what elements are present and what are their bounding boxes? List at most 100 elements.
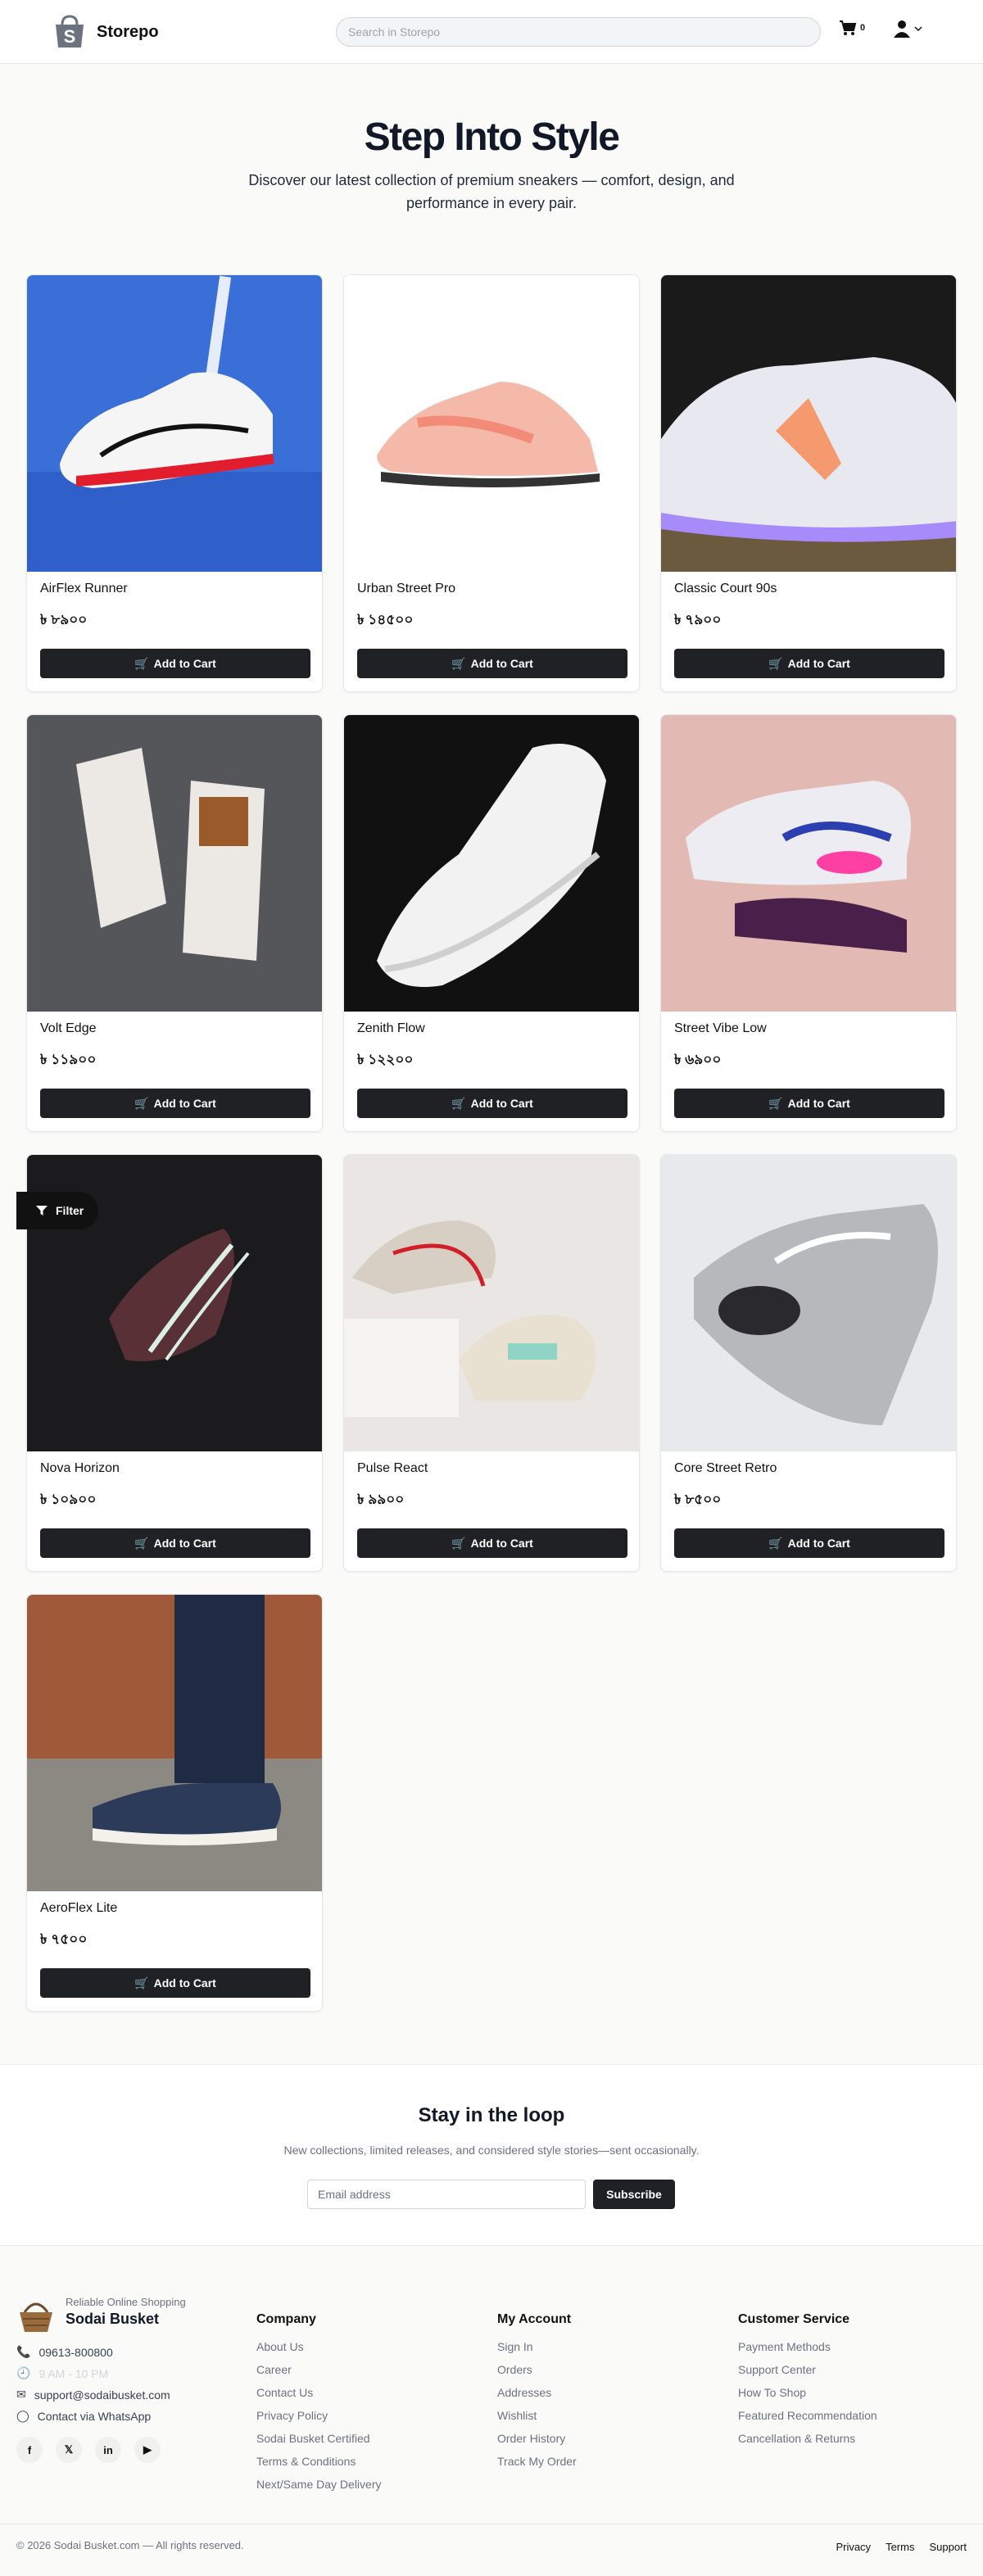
- product-image[interactable]: [661, 715, 956, 1012]
- youtube-icon[interactable]: ▶: [134, 2437, 161, 2463]
- product-image[interactable]: [344, 275, 639, 572]
- legal-links: Privacy Terms Support: [836, 2541, 967, 2553]
- product-card[interactable]: AirFlex Runner ৳ ৮৯০০ 🛒 Add to Cart: [26, 274, 323, 692]
- twitter-icon[interactable]: 𝕏: [56, 2437, 82, 2463]
- brand-logo[interactable]: S Storepo: [51, 13, 159, 51]
- product-name: Volt Edge: [40, 1021, 97, 1035]
- product-card[interactable]: AeroFlex Lite ৳ ৭৫০০ 🛒 Add to Cart: [26, 1594, 323, 2012]
- product-image[interactable]: [661, 275, 956, 572]
- product-card[interactable]: Classic Court 90s ৳ ৭৯০০ 🛒 Add to Cart: [660, 274, 957, 692]
- add-to-cart-button[interactable]: 🛒 Add to Cart: [357, 1528, 627, 1558]
- whatsapp-contact[interactable]: ◯ Contact via WhatsApp: [16, 2409, 151, 2423]
- add-to-cart-button[interactable]: 🛒 Add to Cart: [40, 1528, 310, 1558]
- footer-link[interactable]: Sign In: [497, 2338, 577, 2361]
- footer-link[interactable]: How To Shop: [738, 2384, 877, 2407]
- email-field[interactable]: [307, 2180, 586, 2209]
- cart-count: 0: [860, 23, 866, 33]
- product-card[interactable]: Urban Street Pro ৳ ১৪৫০০ 🛒 Add to Cart: [343, 274, 640, 692]
- footer-tagline: Reliable Online Shopping: [66, 2296, 186, 2308]
- footer-link[interactable]: Terms & Conditions: [256, 2453, 382, 2476]
- product-price: ৳ ৭৯০০: [674, 612, 722, 627]
- linkedin-icon[interactable]: in: [95, 2437, 121, 2463]
- cart-icon: 🛒: [451, 1536, 466, 1550]
- shopping-bag-icon: S: [56, 15, 84, 48]
- product-price: ৳ ১৪৫০০: [357, 612, 414, 627]
- add-to-cart-button[interactable]: 🛒 Add to Cart: [674, 1089, 944, 1118]
- footer-bottom-bar: © 2026 Sodai Busket.com — All rights res…: [0, 2524, 983, 2576]
- cart-icon: 🛒: [134, 1096, 149, 1110]
- support-link[interactable]: Support: [929, 2541, 967, 2553]
- product-card[interactable]: Pulse React ৳ ৯৯০০ 🛒 Add to Cart: [343, 1154, 640, 1572]
- product-price: ৳ ৯৯০০: [357, 1492, 405, 1507]
- terms-link[interactable]: Terms: [886, 2541, 914, 2553]
- cart-icon: 🛒: [134, 656, 149, 670]
- add-to-cart-button[interactable]: 🛒 Add to Cart: [40, 1968, 310, 1998]
- footer-link[interactable]: Wishlist: [497, 2407, 577, 2430]
- product-image[interactable]: [344, 1155, 639, 1451]
- footer-link[interactable]: Next/Same Day Delivery: [256, 2476, 382, 2499]
- brand-name: Storepo: [97, 22, 159, 41]
- product-card[interactable]: Volt Edge ৳ ১১৯০০ 🛒 Add to Cart: [26, 714, 323, 1132]
- footer-link[interactable]: Order History: [497, 2430, 577, 2453]
- filter-button[interactable]: Filter: [16, 1192, 98, 1229]
- cart-icon: 🛒: [451, 656, 466, 670]
- footer-link[interactable]: Orders: [497, 2361, 577, 2384]
- product-price: ৳ ১০৯০০: [40, 1492, 97, 1507]
- footer-link[interactable]: Addresses: [497, 2384, 577, 2407]
- phone-contact[interactable]: 📞 09613-800800: [16, 2345, 113, 2359]
- product-price: ৳ ৮৯০০: [40, 612, 88, 627]
- product-price: ৳ ৮৫০০: [674, 1492, 722, 1507]
- svg-text:S: S: [64, 26, 76, 47]
- user-icon: [894, 20, 910, 38]
- add-to-cart-button[interactable]: 🛒 Add to Cart: [40, 649, 310, 678]
- footer-link[interactable]: Career: [256, 2361, 382, 2384]
- chevron-down-icon: [914, 26, 922, 32]
- cart-icon: [840, 20, 857, 35]
- footer-link[interactable]: Payment Methods: [738, 2338, 877, 2361]
- footer-link[interactable]: About Us: [256, 2338, 382, 2361]
- product-card[interactable]: Core Street Retro ৳ ৮৫০০ 🛒 Add to Cart: [660, 1154, 957, 1572]
- product-price: ৳ ১১৯০০: [40, 1052, 97, 1067]
- basket-icon: [20, 2302, 52, 2332]
- footer-link[interactable]: Privacy Policy: [256, 2407, 382, 2430]
- product-image[interactable]: [27, 715, 322, 1012]
- privacy-link[interactable]: Privacy: [836, 2541, 871, 2553]
- product-image[interactable]: [27, 275, 322, 572]
- footer-link[interactable]: Support Center: [738, 2361, 877, 2384]
- product-image[interactable]: [27, 1595, 322, 1891]
- add-to-cart-button[interactable]: 🛒 Add to Cart: [674, 649, 944, 678]
- newsletter-section: Stay in the loop New collections, limite…: [0, 2064, 983, 2246]
- subscribe-button[interactable]: Subscribe: [593, 2180, 675, 2209]
- site-footer: Reliable Online Shopping Sodai Busket 📞 0…: [0, 2247, 983, 2576]
- clock-icon: 🕘: [16, 2366, 31, 2379]
- footer-link[interactable]: Sodai Busket Certified: [256, 2430, 382, 2453]
- phone-icon: 📞: [16, 2345, 31, 2358]
- footer-column-service: Customer Service Payment Methods Support…: [738, 2312, 877, 2453]
- footer-link[interactable]: Featured Recommendation: [738, 2407, 877, 2430]
- footer-brand-name: Sodai Busket: [66, 2311, 160, 2327]
- product-name: Zenith Flow: [357, 1021, 425, 1035]
- cart-icon: 🛒: [768, 1096, 783, 1110]
- product-card[interactable]: Street Vibe Low ৳ ৬৯০০ 🛒 Add to Cart: [660, 714, 957, 1132]
- footer-link[interactable]: Track My Order: [497, 2453, 577, 2476]
- footer-link[interactable]: Cancellation & Returns: [738, 2430, 877, 2453]
- add-to-cart-button[interactable]: 🛒 Add to Cart: [357, 1089, 627, 1118]
- page-subtitle: Discover our latest collection of premiu…: [248, 172, 735, 211]
- add-to-cart-button[interactable]: 🛒 Add to Cart: [674, 1528, 944, 1558]
- product-price: ৳ ৬৯০০: [674, 1052, 722, 1067]
- add-to-cart-button[interactable]: 🛒 Add to Cart: [40, 1089, 310, 1118]
- account-menu[interactable]: [893, 20, 922, 38]
- email-contact[interactable]: ✉ support@sodaibusket.com: [16, 2388, 170, 2402]
- product-image[interactable]: [661, 1155, 956, 1451]
- product-card[interactable]: Zenith Flow ৳ ১২২০০ 🛒 Add to Cart: [343, 714, 640, 1132]
- cart-icon: 🛒: [451, 1096, 466, 1110]
- search-input[interactable]: [336, 17, 821, 47]
- footer-link[interactable]: Contact Us: [256, 2384, 382, 2407]
- cart-icon: 🛒: [768, 656, 783, 670]
- facebook-icon[interactable]: f: [16, 2437, 43, 2463]
- product-name: Street Vibe Low: [674, 1021, 767, 1035]
- cart-button[interactable]: 0: [839, 20, 865, 36]
- add-to-cart-button[interactable]: 🛒 Add to Cart: [357, 649, 627, 678]
- page-title: Step Into Style: [364, 115, 620, 159]
- product-image[interactable]: [344, 715, 639, 1012]
